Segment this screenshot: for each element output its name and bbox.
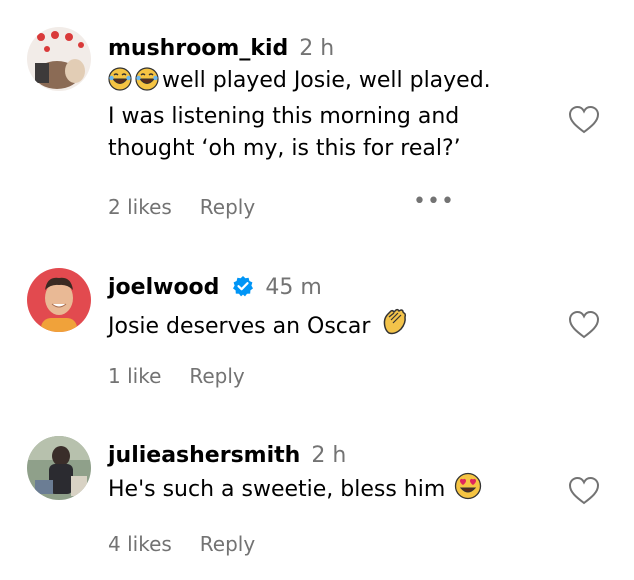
comment-text-line: I was listening this morning and: [108, 104, 460, 129]
more-options-icon[interactable]: •••: [413, 189, 455, 214]
comment-body: mushroom_kid 2 h well played Josie, well…: [108, 33, 558, 165]
comment-header: mushroom_kid 2 h: [108, 33, 558, 65]
reply-button[interactable]: Reply: [200, 195, 255, 219]
comment-item: joelwood 45 m Josie deserves an Oscar 1 …: [0, 268, 634, 398]
comment-meta: 4 likes Reply: [108, 532, 283, 556]
avatar[interactable]: [27, 27, 91, 91]
heart-eyes-icon: [454, 472, 482, 510]
comment-text: Josie deserves an Oscar: [108, 307, 558, 347]
avatar[interactable]: [27, 436, 91, 500]
comment-item: mushroom_kid 2 h well played Josie, well…: [0, 27, 634, 227]
reply-button[interactable]: Reply: [200, 532, 255, 556]
comment-header: joelwood 45 m: [108, 272, 558, 307]
comment-item: julieashersmith 2 h He's such a sweetie,…: [0, 436, 634, 566]
verified-badge-icon: [232, 275, 254, 307]
clapping-hands-icon: [379, 307, 409, 347]
likes-count[interactable]: 1 like: [108, 364, 161, 388]
likes-count[interactable]: 2 likes: [108, 195, 172, 219]
username[interactable]: julieashersmith: [108, 443, 300, 468]
like-heart-icon[interactable]: [568, 310, 600, 340]
avatar-image: [27, 268, 91, 332]
timestamp: 2 h: [299, 36, 335, 61]
comment-text-line: thought ‘oh my, is this for real?’: [108, 136, 461, 161]
comment-text-line: Josie deserves an Oscar: [108, 314, 371, 339]
reply-button[interactable]: Reply: [189, 364, 244, 388]
comment-text-line: well played Josie, well played.: [162, 68, 491, 93]
comment-meta: 2 likes Reply •••: [108, 189, 454, 219]
comment-meta: 1 like Reply: [108, 364, 273, 388]
comment-text: He's such a sweetie, bless him: [108, 472, 558, 510]
laughing-tears-icon: [135, 67, 159, 101]
comment-text: well played Josie, well played. I was li…: [108, 65, 558, 165]
likes-count[interactable]: 4 likes: [108, 532, 172, 556]
username[interactable]: mushroom_kid: [108, 36, 288, 61]
username[interactable]: joelwood: [108, 275, 219, 300]
avatar[interactable]: [27, 268, 91, 332]
like-heart-icon[interactable]: [568, 105, 600, 135]
comment-header: julieashersmith 2 h: [108, 440, 558, 472]
timestamp: 45 m: [265, 275, 322, 300]
timestamp: 2 h: [311, 443, 347, 468]
like-heart-icon[interactable]: [568, 476, 600, 506]
comment-body: julieashersmith 2 h He's such a sweetie,…: [108, 440, 558, 510]
avatar-image: [27, 27, 91, 91]
comment-text-line: He's such a sweetie, bless him: [108, 477, 446, 502]
laughing-tears-icon: [108, 67, 132, 101]
comment-body: joelwood 45 m Josie deserves an Oscar: [108, 272, 558, 347]
avatar-image: [27, 436, 91, 500]
